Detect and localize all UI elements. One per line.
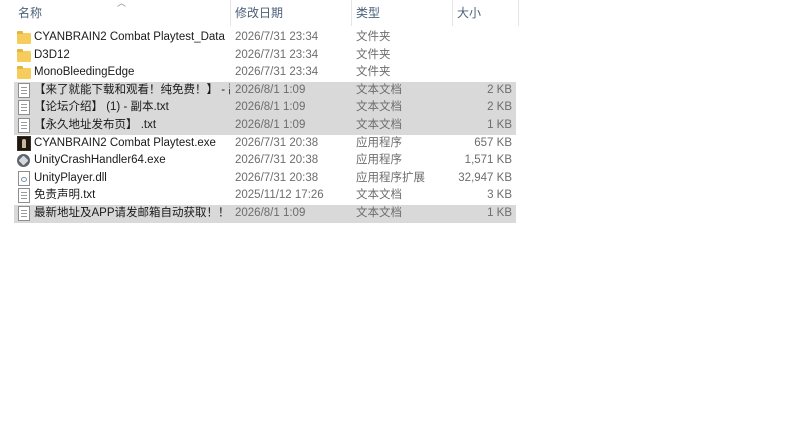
column-header-date[interactable]: 修改日期 [231, 0, 351, 26]
file-size: 1 KB [487, 119, 512, 131]
file-name: 【来了就能下载和观看！纯免费！】 - 副... [34, 83, 230, 96]
file-name: MonoBleedingEdge [34, 66, 135, 79]
column-divider[interactable] [518, 0, 519, 26]
text-file-icon [18, 82, 30, 98]
file-row[interactable]: UnityCrashHandler64.exe 2026/7/31 20:38 应用… [14, 152, 516, 170]
file-type: 文本文档 [356, 207, 402, 219]
file-row[interactable]: 【论坛介绍】 (1) - 副本.txt 2026/8/1 1:09 文本文档 2 KB [14, 99, 516, 117]
sort-ascending-icon: ︿ [117, 0, 127, 8]
file-row[interactable]: CYANBRAIN2 Combat Playtest_Data 2026/7/31… [14, 29, 516, 47]
file-row[interactable]: D3D12 2026/7/31 23:34 文件夹 [14, 47, 516, 65]
file-modified-date: 2026/7/31 23:34 [235, 48, 319, 61]
file-modified-date: 2026/7/31 20:38 [235, 154, 319, 167]
file-modified-date: 2025/11/12 17:26 [235, 189, 324, 202]
file-type: 文本文档 [356, 119, 402, 131]
dll-file-icon [18, 170, 30, 186]
file-row[interactable]: 最新地址及APP请发邮箱自动获取！！！ ... 2026/8/1 1:09 文本文档… [14, 205, 516, 223]
text-file-icon [18, 206, 30, 221]
file-size: 3 KB [487, 189, 512, 202]
text-file-icon [18, 100, 30, 116]
file-modified-date: 2026/8/1 1:09 [235, 207, 306, 219]
file-row[interactable]: 【来了就能下载和观看！纯免费！】 - 副... 2026/8/1 1:09 文本文档… [14, 81, 516, 100]
file-size: 2 KB [487, 101, 512, 114]
folder-icon [17, 30, 31, 45]
column-header-size[interactable]: 大小 [453, 0, 518, 26]
file-size: 1,571 KB [464, 154, 512, 167]
folder-icon [17, 48, 31, 63]
file-modified-date: 2026/7/31 20:38 [235, 171, 319, 184]
file-name: UnityPlayer.dll [34, 171, 107, 184]
file-name: 最新地址及APP请发邮箱自动获取！！！ ... [34, 207, 230, 219]
file-type: 应用程序 [356, 136, 402, 149]
file-name: D3D12 [34, 48, 70, 61]
file-row[interactable]: CYANBRAIN2 Combat Playtest.exe 2026/7/31 … [14, 135, 516, 153]
file-type: 文本文档 [356, 101, 402, 114]
column-header-bar: 名称 ︿ 修改日期 类型 大小 [0, 0, 800, 26]
file-name: UnityCrashHandler64.exe [34, 154, 166, 167]
file-row[interactable]: 免责声明.txt 2025/11/12 17:26 文本文档 3 KB [14, 187, 516, 205]
game-exe-icon [17, 135, 31, 151]
file-modified-date: 2026/8/1 1:09 [235, 119, 306, 131]
file-type: 文本文档 [356, 83, 402, 96]
column-header-type[interactable]: 类型 [352, 0, 452, 26]
file-size: 2 KB [487, 83, 512, 96]
file-modified-date: 2026/7/31 23:34 [235, 66, 319, 79]
file-modified-date: 2026/7/31 20:38 [235, 136, 319, 149]
file-size: 32,947 KB [458, 171, 512, 184]
file-type: 文本文档 [356, 189, 402, 202]
file-row[interactable]: UnityPlayer.dll 2026/7/31 20:38 应用程序扩展 32,9… [14, 170, 516, 188]
file-type: 文件夹 [356, 31, 391, 43]
file-size: 1 KB [487, 207, 512, 219]
column-header-name-label: 名称 [18, 6, 43, 20]
folder-icon [17, 65, 31, 80]
unity-exe-icon [17, 154, 30, 168]
file-modified-date: 2026/8/1 1:09 [235, 83, 306, 96]
file-type: 文件夹 [356, 66, 391, 79]
file-modified-date: 2026/7/31 23:34 [235, 31, 319, 43]
file-type: 应用程序扩展 [356, 171, 425, 184]
file-size [444, 47, 512, 65]
file-type: 文件夹 [356, 48, 391, 61]
column-header-size-label: 大小 [457, 6, 482, 20]
file-modified-date: 2026/8/1 1:09 [235, 101, 306, 114]
column-header-type-label: 类型 [356, 6, 381, 20]
file-name: CYANBRAIN2 Combat Playtest.exe [34, 136, 216, 149]
file-row[interactable]: MonoBleedingEdge 2026/7/31 23:34 文件夹 [14, 64, 516, 82]
file-name: 【论坛介绍】 (1) - 副本.txt [34, 101, 169, 114]
file-name: CYANBRAIN2 Combat Playtest_Data [34, 31, 225, 43]
file-type: 应用程序 [356, 154, 402, 167]
file-size [444, 64, 512, 82]
column-header-date-label: 修改日期 [235, 6, 284, 20]
file-size: 657 KB [474, 136, 512, 149]
file-name: 免责声明.txt [34, 189, 96, 202]
text-file-icon [18, 188, 30, 204]
file-name: 【永久地址发布页】 .txt [34, 119, 157, 131]
file-size [444, 29, 512, 47]
text-file-icon [18, 118, 30, 133]
file-row[interactable]: 【永久地址发布页】 .txt 2026/8/1 1:09 文本文档 1 KB [14, 117, 516, 135]
